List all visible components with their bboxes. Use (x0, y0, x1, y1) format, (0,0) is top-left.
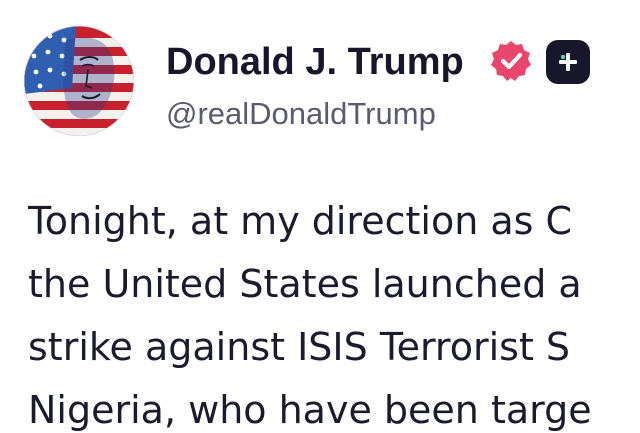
follow-button[interactable] (546, 40, 590, 84)
avatar[interactable] (24, 26, 134, 136)
post-text-line: Nigeria, who have been targe (28, 388, 592, 432)
post-text: Tonight, at my direction as C the United… (28, 190, 640, 433)
post-card: Donald J. Trump @realDonaldTrump Tonight… (0, 0, 640, 433)
post-text-line: Tonight, at my direction as C (28, 199, 573, 243)
user-handle[interactable]: @realDonaldTrump (166, 95, 436, 133)
flag-portrait-image (24, 26, 134, 136)
post-text-line: strike against ISIS Terrorist S (28, 325, 571, 369)
verified-badge-icon (488, 38, 534, 84)
display-name[interactable]: Donald J. Trump (166, 39, 464, 85)
plus-icon (559, 53, 577, 71)
post-text-line: the United States launched a (28, 262, 582, 306)
